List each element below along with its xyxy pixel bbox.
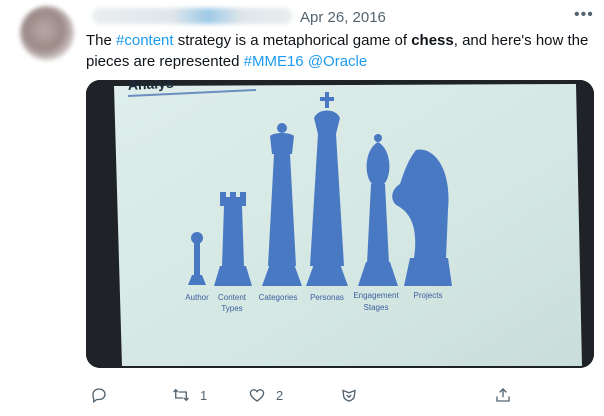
tweet-text: The #content strategy is a metaphorical … (86, 30, 596, 72)
label-categories: Categories (259, 293, 298, 302)
reply-icon (92, 388, 106, 404)
tweet-image[interactable]: Analys Author Content Types Categories P… (86, 80, 594, 368)
heart-icon (249, 389, 265, 402)
like-count: 2 (276, 387, 284, 403)
label-types: Types (221, 304, 242, 313)
label-author: Author (185, 293, 209, 302)
retweet-button[interactable]: 1 (172, 386, 207, 404)
text-bold: chess (411, 32, 454, 49)
text-part: strategy is a metaphorical game of (173, 32, 412, 49)
username-blurred[interactable] (92, 8, 292, 24)
avatar[interactable] (20, 6, 74, 60)
label-personas: Personas (310, 293, 344, 302)
share-icon (496, 388, 510, 402)
like-button[interactable]: 2 (248, 386, 283, 404)
projector-screen (114, 84, 582, 366)
mention-oracle[interactable]: @Oracle (308, 53, 367, 70)
label-projects: Projects (414, 291, 443, 300)
hashtag-mme16[interactable]: #MME16 (244, 53, 304, 70)
retweet-icon (173, 388, 189, 402)
save-button[interactable] (340, 386, 358, 404)
action-bar: 1 2 (86, 386, 586, 406)
label-stages: Stages (364, 303, 389, 312)
slide-photo: Analys Author Content Types Categories P… (86, 80, 594, 368)
hashtag-content[interactable]: #content (116, 32, 174, 49)
label-content: Content (218, 293, 247, 302)
more-horizontal-icon[interactable]: ••• (574, 6, 594, 24)
tweet-date[interactable]: Apr 26, 2016 (300, 9, 386, 26)
share-button[interactable] (494, 386, 512, 404)
retweet-count: 1 (200, 387, 208, 403)
save-icon (342, 389, 356, 402)
text-part: The (86, 32, 117, 49)
reply-button[interactable] (90, 386, 118, 404)
label-engagement: Engagement (353, 291, 399, 300)
